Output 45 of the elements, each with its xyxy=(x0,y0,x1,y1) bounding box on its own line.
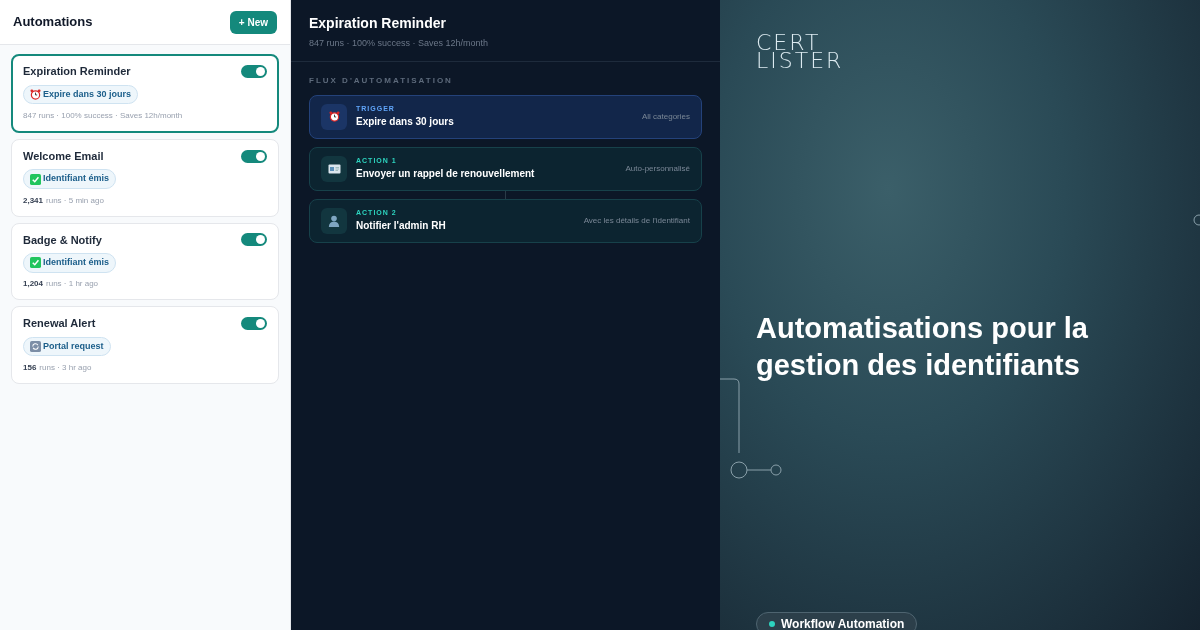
step-title: Envoyer un rappel de renouvellement xyxy=(356,167,536,182)
trigger-badge: Expire dans 30 jours xyxy=(23,84,139,104)
checkmark-icon xyxy=(30,173,41,185)
headline: Automatisations pour la gestion des identifiants xyxy=(756,311,1089,383)
envelope-icon xyxy=(327,163,341,174)
pill-label: Workflow Automation xyxy=(781,616,905,630)
sync-icon xyxy=(30,341,41,352)
logo-text: CERT xyxy=(756,34,821,52)
sidebar-title: Automations xyxy=(13,13,93,32)
logo-text: LISTER xyxy=(756,52,844,70)
step-note: All categories xyxy=(641,110,690,123)
section-heading: FLUX D'AUTOMATISATION xyxy=(309,74,454,87)
detail-title: Expiration Reminder xyxy=(309,14,447,33)
automation-card[interactable]: Badge & Notify Identifiant émis 1,204 runs · 1 hr ago xyxy=(11,222,279,301)
automation-name: Badge & Notify xyxy=(23,232,102,248)
step-title: Notifier l'admin RH xyxy=(356,219,447,234)
automation-card[interactable]: Expiration Reminder Expire dans 30 jours 847 runs · 100% success · Saves 12h/month xyxy=(11,54,279,133)
toggle-switch[interactable] xyxy=(241,233,267,247)
run-stats: 1,204 xyxy=(23,278,44,291)
trigger-badge: Portal request xyxy=(23,336,111,357)
automation-card[interactable]: Renewal Alert Portal request 156 runs · 3 hr ago xyxy=(11,306,279,384)
trigger-badge: Identifiant émis xyxy=(23,169,116,189)
run-meta: runs · 1 hr ago xyxy=(46,278,99,291)
step-note: Avec les détails de l'identifiant xyxy=(583,214,690,227)
toggle-switch[interactable] xyxy=(241,64,267,78)
alarm-clock-icon xyxy=(328,111,340,122)
checkmark-icon xyxy=(30,257,41,269)
toggle-switch[interactable] xyxy=(241,317,267,330)
alarm-clock-icon xyxy=(30,88,41,100)
automation-name: Expiration Reminder xyxy=(23,64,131,79)
run-meta: runs · 3 hr ago xyxy=(39,362,92,374)
run-meta: runs · 5 min ago xyxy=(46,194,104,207)
person-icon xyxy=(328,214,340,227)
new-button[interactable]: + New xyxy=(229,10,277,34)
automation-name: Welcome Email xyxy=(23,148,104,164)
trigger-badge: Identifiant émis xyxy=(23,253,116,273)
step-title: Expire dans 30 jours xyxy=(356,115,455,130)
run-stats: 847 runs · 100% success · Saves 12h/month xyxy=(23,109,183,122)
run-stats: 2,341 xyxy=(23,194,44,207)
detail-subtitle: 847 runs · 100% success · Saves 12h/month xyxy=(309,37,490,50)
automation-name: Renewal Alert xyxy=(23,316,96,332)
run-stats: 156 xyxy=(23,362,37,374)
toggle-switch[interactable] xyxy=(241,149,267,163)
automation-card[interactable]: Welcome Email Identifiant émis 2,341 runs · 5 min ago xyxy=(11,138,279,217)
step-note: Auto-personnalisé xyxy=(625,162,690,175)
